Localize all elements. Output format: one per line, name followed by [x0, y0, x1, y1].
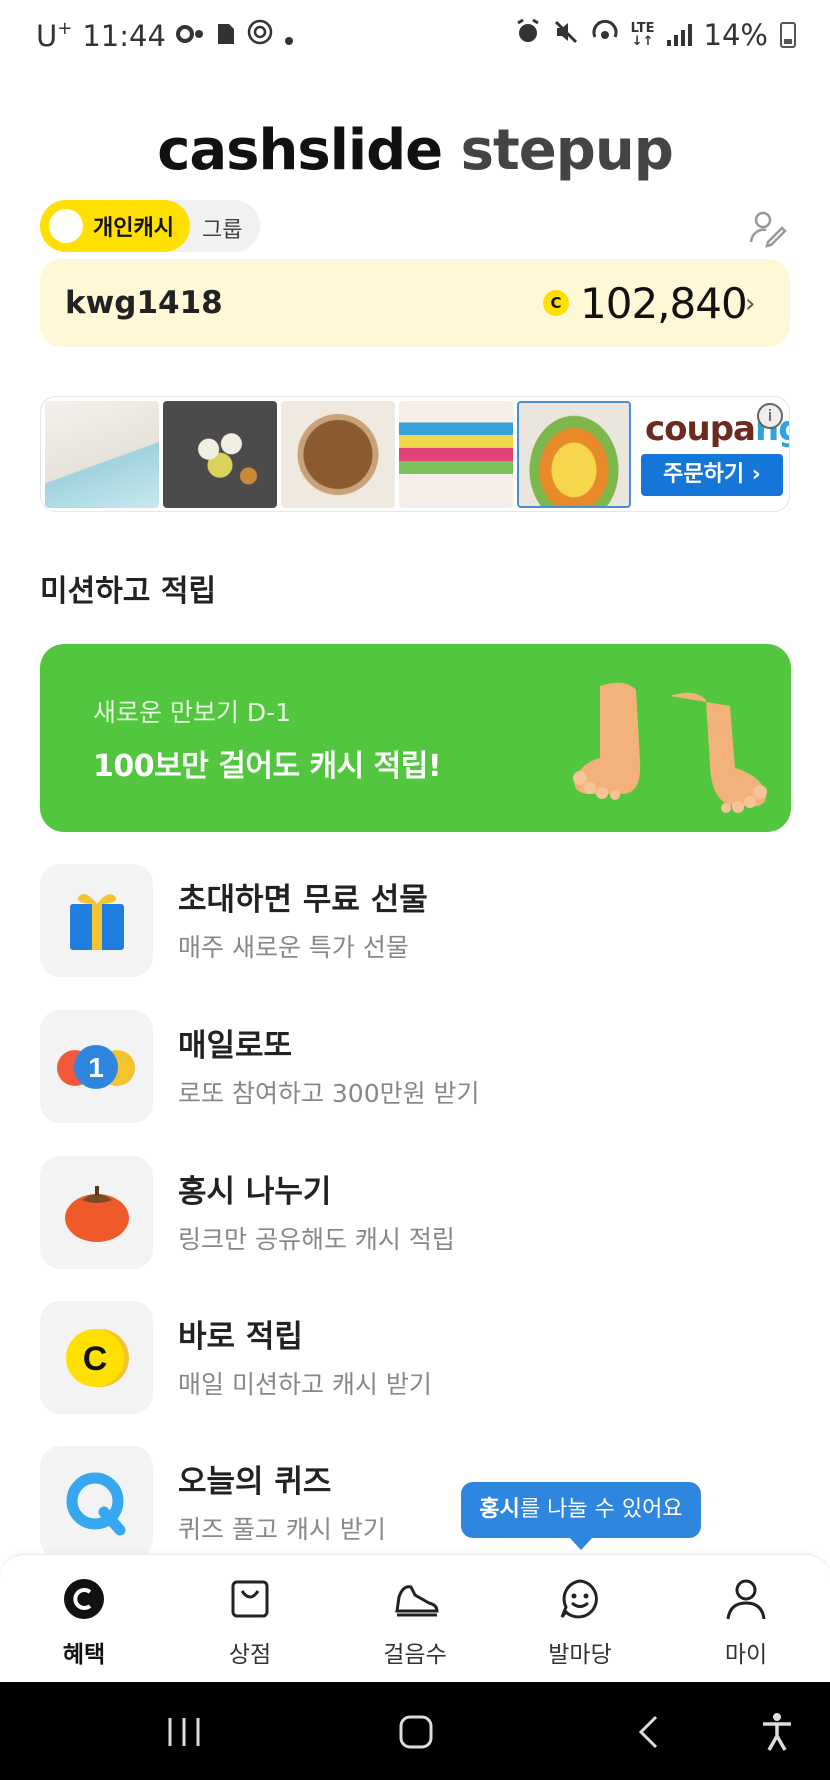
toggle-group[interactable]: 그룹	[202, 212, 242, 244]
battery-icon	[780, 22, 796, 48]
accessibility-icon[interactable]	[760, 1712, 794, 1752]
nav-benefit[interactable]: 혜택	[24, 1555, 144, 1683]
ad-product-image[interactable]	[517, 401, 631, 508]
ad-product-image[interactable]	[163, 401, 277, 508]
ad-banner[interactable]: coupang 주문하기 › i	[40, 396, 790, 512]
nav-my[interactable]: 마이	[686, 1555, 806, 1683]
battery-percent: 14%	[703, 18, 768, 52]
mission-title: 오늘의 퀴즈	[178, 1464, 332, 1500]
gift-icon	[40, 864, 153, 977]
mission-desc: 매일 미션하고 캐시 받기	[178, 1370, 432, 1399]
nav-label: 마이	[724, 1642, 768, 1668]
quiz-icon	[40, 1446, 153, 1559]
benefit-icon	[64, 1579, 104, 1619]
ad-info-icon[interactable]: i	[757, 403, 783, 429]
mission-item-instant-cash[interactable]: C 바로 적립 매일 미션하고 캐시 받기	[40, 1301, 790, 1416]
pedometer-promo-banner[interactable]: 새로운 만보기 D-1 100보만 걸어도 캐시 적립!	[40, 644, 791, 832]
mission-desc: 매주 새로운 특가 선물	[178, 933, 409, 962]
cash-coin-icon: C	[40, 1301, 153, 1414]
nav-label: 상점	[228, 1642, 272, 1668]
mission-item-invite[interactable]: 초대하면 무료 선물 매주 새로운 특가 선물	[40, 864, 790, 979]
mission-item-persimmon[interactable]: 홍시 나누기 링크만 공유해도 캐시 적립	[40, 1156, 790, 1271]
toggle-personal-cash[interactable]: 개인캐시	[40, 200, 190, 252]
svg-text:C: C	[83, 1340, 108, 1378]
cash-balance-card[interactable]: kwg1418 C 102,840 ›	[40, 259, 790, 347]
mission-title: 초대하면 무료 선물	[178, 882, 428, 918]
toggle-knob	[49, 209, 83, 243]
carrier-label: U+	[36, 18, 73, 53]
chevron-right-icon: ›	[745, 289, 756, 319]
notification-dot-icon	[284, 19, 294, 53]
mute-icon	[553, 18, 579, 52]
coin-icon: C	[543, 290, 569, 316]
mission-title: 홍시 나누기	[178, 1174, 332, 1210]
nav-community[interactable]: 발마당	[520, 1555, 640, 1683]
svg-text:1: 1	[88, 1052, 104, 1083]
feet-illustration-icon	[573, 682, 767, 813]
mission-desc: 퀴즈 풀고 캐시 받기	[178, 1515, 386, 1544]
shoe-icon	[395, 1585, 439, 1617]
order-button[interactable]: 주문하기 ›	[641, 454, 783, 496]
cash-amount: 102,840	[580, 279, 748, 328]
app-title: cashslide stepup	[157, 118, 674, 183]
toggle-personal-label: 개인캐시	[93, 216, 174, 241]
cash-mode-toggle[interactable]: 개인캐시 그룹	[40, 200, 260, 252]
back-icon[interactable]	[636, 1714, 660, 1750]
mission-title: 매일로또	[178, 1028, 293, 1064]
hotspot-icon	[591, 18, 619, 52]
nav-shop[interactable]: 상점	[190, 1555, 310, 1683]
mission-title: 바로 적립	[178, 1319, 303, 1355]
nav-label: 혜택	[62, 1642, 106, 1668]
person-icon	[726, 1579, 766, 1620]
mission-desc: 링크만 공유해도 캐시 적립	[178, 1225, 455, 1254]
promo-subtitle: 새로운 만보기 D-1	[93, 698, 292, 727]
shop-bag-icon	[231, 1580, 269, 1618]
signal-icon	[666, 24, 692, 46]
nav-steps[interactable]: 걸음수	[355, 1555, 475, 1683]
section-title: 미션하고 적립	[40, 574, 217, 609]
home-icon[interactable]	[398, 1714, 434, 1750]
alarm-icon	[515, 18, 541, 52]
settings-badge-icon	[246, 18, 274, 53]
bottom-nav: 혜택 상점 걸음수 발마당 마이	[0, 1554, 830, 1682]
system-nav-bar	[0, 1682, 830, 1780]
nav-label: 발마당	[548, 1642, 612, 1668]
ad-product-image[interactable]	[399, 401, 513, 508]
nav-label: 걸음수	[383, 1642, 447, 1668]
share-tooltip[interactable]: 홍시를 나눌 수 있어요	[461, 1482, 701, 1550]
mission-item-lotto[interactable]: 1 매일로또 로또 참여하고 300만원 받기	[40, 1010, 790, 1125]
lotto-icon: 1	[40, 1010, 153, 1123]
status-bar: U+ 11:44 LTE ↓↑ 14%	[0, 0, 830, 72]
link-icon	[175, 19, 206, 53]
smile-chat-icon	[560, 1579, 598, 1619]
status-time: 11:44	[82, 18, 166, 53]
persimmon-icon	[40, 1156, 153, 1269]
ad-product-image[interactable]	[45, 401, 159, 508]
lte-label: LTE ↓↑	[630, 21, 655, 49]
ad-product-image[interactable]	[281, 401, 395, 508]
user-id: kwg1418	[65, 285, 223, 321]
promo-title: 100보만 걸어도 캐시 적립!	[93, 749, 442, 784]
recent-apps-icon[interactable]	[166, 1716, 202, 1748]
mission-desc: 로또 참여하고 300만원 받기	[178, 1079, 480, 1108]
edit-profile-icon[interactable]	[748, 208, 788, 248]
sim-card-icon	[216, 19, 236, 53]
